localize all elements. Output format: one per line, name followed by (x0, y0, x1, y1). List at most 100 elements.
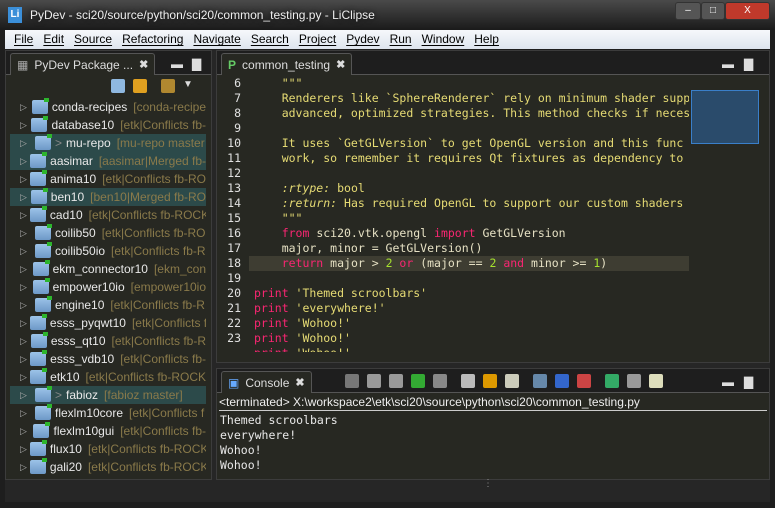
tree-item[interactable]: ▷ > fabioz [fabioz master] (10, 386, 206, 404)
minimap-viewport[interactable] (691, 90, 759, 144)
tree-item[interactable]: ▷ conda-recipes [conda-recipe (10, 98, 206, 116)
maximize-icon[interactable]: ▇ (744, 57, 753, 71)
expand-arrow-icon[interactable]: ▷ (20, 372, 27, 383)
view-menu-icon[interactable]: ▼ (183, 79, 193, 93)
relaunch-icon[interactable] (411, 374, 425, 388)
menu-file[interactable]: File (9, 30, 38, 49)
maximize-button[interactable]: □ (701, 2, 725, 20)
project-folder-icon (30, 170, 48, 186)
tree-item[interactable]: ▷ anima10 [etk|Conflicts fb-RO (10, 170, 206, 188)
tree-item[interactable]: ▷ > mu-repo [mu-repo master (10, 134, 206, 152)
word-wrap-icon[interactable] (483, 374, 497, 388)
menu-window[interactable]: Window (417, 30, 470, 49)
show-on-output-icon[interactable] (505, 374, 519, 388)
menu-refactoring[interactable]: Refactoring (117, 30, 188, 49)
menu-navigate[interactable]: Navigate (188, 30, 245, 49)
expand-arrow-icon[interactable]: ▷ (20, 354, 27, 365)
menu-search[interactable]: Search (246, 30, 294, 49)
tree-item[interactable]: ▷ ben10 [ben10|Merged fb-RO (10, 188, 206, 206)
minimize-icon[interactable]: ▬ (722, 375, 734, 389)
clear-console-icon[interactable] (433, 374, 447, 388)
console-output[interactable]: Themed scroolbars everywhere! Wohoo! Wohoo! (217, 413, 759, 473)
minimize-icon[interactable]: ▬ (171, 57, 183, 71)
git-decoration: [etk|Conflicts fb-R (110, 298, 205, 312)
menu-project[interactable]: Project (294, 30, 341, 49)
expand-arrow-icon[interactable]: ▷ (20, 336, 28, 347)
tree-item[interactable]: ▷ ekm_connector10 [ekm_con (10, 260, 206, 278)
expand-arrow-icon[interactable]: ▷ (20, 462, 27, 473)
new-console-icon[interactable] (605, 374, 619, 388)
git-decoration: [etk|Conflicts fb-RO (101, 226, 206, 240)
tree-item[interactable]: ▷ cad10 [etk|Conflicts fb-ROCK (10, 206, 206, 224)
expand-arrow-icon[interactable]: ▷ (20, 210, 27, 221)
expand-arrow-icon[interactable]: ▷ (20, 156, 27, 167)
close-icon[interactable]: ✖ (336, 58, 345, 71)
minimize-icon[interactable]: ▬ (722, 57, 734, 71)
close-icon[interactable]: ✖ (139, 58, 148, 71)
expand-arrow-icon[interactable]: ▷ (20, 408, 32, 419)
expand-arrow-icon[interactable]: ▷ (20, 228, 32, 239)
collapse-all-icon[interactable] (111, 79, 125, 93)
tab-console[interactable]: ▣ Console ✖ (221, 371, 312, 393)
tab-package-explorer[interactable]: ▦ PyDev Package ... ✖ (10, 53, 156, 75)
terminate-icon[interactable] (345, 374, 359, 388)
remove-all-icon[interactable] (389, 374, 403, 388)
code-line: 21 print 'everywhere!' (217, 301, 689, 316)
code-editor[interactable]: 6 """ 7 Renderers like `SphereRenderer` r… (217, 76, 689, 352)
tree-item[interactable]: ▷ flexlm10gui [etk|Conflicts fb- (10, 422, 206, 440)
code-line: 17 major, minor = GetGLVersion() (217, 241, 689, 256)
menu-run[interactable]: Run (385, 30, 417, 49)
expand-arrow-icon[interactable]: ▷ (20, 138, 32, 149)
pin-console-icon[interactable] (555, 374, 569, 388)
expand-arrow-icon[interactable]: ▷ (20, 102, 29, 113)
expand-arrow-icon[interactable]: ▷ (20, 300, 32, 311)
remove-launch-icon[interactable] (367, 374, 381, 388)
maximize-icon[interactable]: ▇ (744, 375, 753, 389)
tree-item[interactable]: ▷ database10 [etk|Conflicts fb- (10, 116, 206, 134)
line-number: 12 (227, 166, 241, 180)
save-icon[interactable] (533, 374, 547, 388)
tree-item[interactable]: ▷ esss_qt10 [etk|Conflicts fb-R (10, 332, 206, 350)
close-button[interactable]: X (725, 2, 770, 20)
status-drag-handle[interactable]: ⋮ (483, 479, 493, 489)
close-icon[interactable]: ✖ (295, 376, 304, 389)
tree-item[interactable]: ▷ engine10 [etk|Conflicts fb-R (10, 296, 206, 314)
minimize-button[interactable]: – (675, 2, 701, 20)
expand-arrow-icon[interactable]: ▷ (20, 264, 30, 275)
close-console-icon[interactable] (577, 374, 591, 388)
filter-icon[interactable] (161, 79, 175, 93)
tree-item[interactable]: ▷ coilib50io [etk|Conflicts fb-R (10, 242, 206, 260)
project-name: engine10 (55, 298, 105, 312)
tab-common-testing[interactable]: Pcommon_testing ✖ (221, 53, 353, 75)
tree-item[interactable]: ▷ etk10 [etk|Conflicts fb-ROCK (10, 368, 206, 386)
menu-help[interactable]: Help (469, 30, 504, 49)
scroll-lock-icon[interactable] (461, 374, 475, 388)
expand-arrow-icon[interactable]: ▷ (20, 192, 28, 203)
code-token: :return: (254, 196, 338, 210)
expand-arrow-icon[interactable]: ▷ (20, 444, 27, 455)
expand-arrow-icon[interactable]: ▷ (20, 390, 32, 401)
expand-arrow-icon[interactable]: ▷ (20, 282, 30, 293)
tree-item[interactable]: ▷ flexlm10core [etk|Conflicts f (10, 404, 206, 422)
line-number: 22 (227, 316, 241, 330)
tree-item[interactable]: ▷ aasimar [aasimar|Merged fb- (10, 152, 206, 170)
expand-arrow-icon[interactable]: ▷ (20, 246, 32, 257)
tree-item[interactable]: ▷ gali20 [etk|Conflicts fb-ROCK (10, 458, 206, 476)
tree-item[interactable]: ▷ empower10io [empower10io (10, 278, 206, 296)
tree-item[interactable]: ▷ flux10 [etk|Conflicts fb-ROCK (10, 440, 206, 458)
menu-source[interactable]: Source (69, 30, 117, 49)
menu-edit[interactable]: Edit (38, 30, 69, 49)
line-content: work, so remember it requires Qt fixture… (249, 151, 689, 166)
expand-arrow-icon[interactable]: ▷ (20, 120, 28, 131)
expand-arrow-icon[interactable]: ▷ (20, 174, 27, 185)
tree-item[interactable]: ▷ esss_vdb10 [etk|Conflicts fb- (10, 350, 206, 368)
tree-item[interactable]: ▷ coilib50 [etk|Conflicts fb-RO (10, 224, 206, 242)
expand-arrow-icon[interactable]: ▷ (20, 318, 27, 329)
display-console-icon[interactable] (627, 374, 641, 388)
maximize-icon[interactable]: ▇ (192, 57, 201, 71)
open-console-icon[interactable] (649, 374, 663, 388)
tree-item[interactable]: ▷ esss_pyqwt10 [etk|Conflicts f (10, 314, 206, 332)
menu-pydev[interactable]: Pydev (341, 30, 384, 49)
link-editor-icon[interactable] (133, 79, 147, 93)
expand-arrow-icon[interactable]: ▷ (20, 426, 30, 437)
